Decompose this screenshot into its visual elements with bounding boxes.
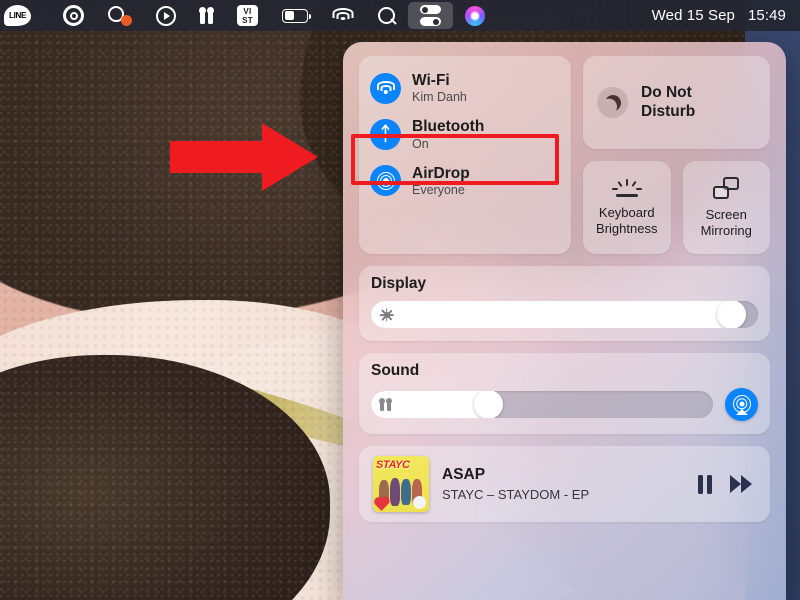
display-brightness-slider[interactable] (371, 301, 758, 328)
screen-mirroring-icon (713, 176, 740, 199)
desktop: LINE VI ST Wed 15 Sep 15:49 Wi-Fi Kim Da… (0, 0, 800, 600)
connectivity-group: Wi-Fi Kim Danh ᛏ Bluetooth On AirDrop Ev… (359, 56, 571, 254)
now-playing-panel[interactable]: STAYC ASAP STAYC – STAYDOM - EP (359, 446, 770, 522)
airdrop-subtitle: Everyone (412, 183, 465, 198)
do-not-disturb-label-line1: Do Not (641, 84, 692, 102)
control-center-icon (420, 5, 441, 26)
bluetooth-toggle-row[interactable]: ᛏ Bluetooth On (359, 111, 571, 157)
vist-menu-item[interactable]: VI ST (225, 0, 270, 31)
menu-bar-date: Wed 15 Sep (651, 7, 735, 24)
keyboard-brightness-label-line1: Keyboard (598, 204, 655, 220)
battery-menu-item[interactable] (270, 0, 320, 31)
airplay-output-button[interactable] (725, 388, 758, 421)
pause-button[interactable] (698, 474, 712, 494)
vist-icon-line2: ST (242, 15, 253, 25)
wifi-title: Wi-Fi (412, 72, 450, 89)
now-playing-controls (698, 474, 756, 494)
player-menu-item[interactable] (144, 0, 188, 31)
ring-app-icon (63, 5, 84, 26)
display-title: Display (371, 275, 427, 292)
menu-bar-time: 15:49 (747, 7, 786, 24)
vist-icon-line1: VI (243, 6, 252, 16)
line-icon: LINE (4, 5, 31, 26)
control-center-small-tiles: Keyboard Brightness Screen Mirroring (583, 161, 770, 254)
control-center-panel: Wi-Fi Kim Danh ᛏ Bluetooth On AirDrop Ev… (343, 42, 786, 600)
keyboard-brightness-icon (611, 178, 642, 197)
spotlight-menu-item[interactable] (366, 0, 408, 31)
sound-volume-slider[interactable] (371, 391, 713, 418)
airplay-icon (732, 394, 751, 414)
spotlight-search-icon (378, 6, 396, 25)
airdrop-icon (370, 165, 401, 197)
dropbox-icon (108, 5, 132, 26)
keyboard-brightness-label-line2: Brightness (596, 220, 658, 236)
bluetooth-icon: ᛏ (370, 119, 401, 151)
do-not-disturb-tile[interactable]: Do Not Disturb (583, 56, 770, 149)
line-menu-item[interactable]: LINE (0, 0, 51, 31)
display-slider-knob[interactable] (717, 301, 747, 328)
now-playing-text: ASAP STAYC – STAYDOM - EP (442, 466, 685, 502)
album-art: STAYC (373, 456, 429, 512)
sound-title: Sound (371, 362, 420, 379)
player-icon (156, 5, 176, 26)
airpods-icon (379, 397, 392, 411)
wifi-icon (332, 7, 354, 24)
airpods-menu-item[interactable] (188, 0, 225, 31)
bluetooth-subtitle: On (412, 136, 429, 151)
album-art-title: STAYC (376, 459, 410, 471)
wifi-toggle-row[interactable]: Wi-Fi Kim Danh (359, 65, 571, 111)
wifi-menu-item[interactable] (320, 0, 366, 31)
control-center-menu-item[interactable] (408, 2, 453, 29)
sound-panel: Sound (359, 353, 770, 434)
control-center-right-column: Do Not Disturb Keyboard Brightness Scree… (583, 56, 770, 254)
menu-bar-clock-area[interactable]: Wed 15 Sep 15:49 (652, 7, 800, 24)
bluetooth-title: Bluetooth (412, 118, 485, 136)
airdrop-title: AirDrop (412, 164, 470, 182)
screen-mirroring-tile[interactable]: Screen Mirroring (682, 161, 770, 254)
screen-mirroring-label-line2: Mirroring (700, 222, 752, 238)
sound-slider-knob[interactable] (473, 391, 503, 418)
red-arrow-pointer (170, 123, 318, 191)
menu-bar: LINE VI ST Wed 15 Sep 15:49 (0, 0, 800, 31)
line-icon-label: LINE (8, 11, 27, 20)
wifi-subtitle: Kim Danh (412, 90, 467, 105)
menu-bar-status-icons: LINE VI ST (0, 0, 497, 31)
display-panel: Display (359, 266, 770, 341)
vist-icon: VI ST (237, 5, 258, 26)
wifi-icon (370, 72, 401, 104)
screen-mirroring-label-line1: Screen (705, 206, 747, 222)
ring-app-menu-item[interactable] (51, 0, 96, 31)
moon-icon (597, 87, 628, 118)
brightness-sun-icon (379, 307, 394, 322)
dropbox-menu-item[interactable] (96, 0, 144, 31)
control-center-top-row: Wi-Fi Kim Danh ᛏ Bluetooth On AirDrop Ev… (359, 56, 770, 254)
siri-icon (465, 5, 485, 26)
keyboard-brightness-tile[interactable]: Keyboard Brightness (583, 161, 671, 254)
airpods-icon (199, 6, 214, 24)
now-playing-artist-album: STAYC – STAYDOM - EP (442, 486, 590, 502)
next-track-button[interactable] (730, 475, 752, 493)
airdrop-toggle-row[interactable]: AirDrop Everyone (359, 158, 571, 204)
battery-icon (282, 8, 311, 23)
do-not-disturb-label-line2: Disturb (641, 102, 696, 120)
now-playing-track-title: ASAP (442, 465, 486, 483)
siri-menu-item[interactable] (453, 0, 497, 31)
